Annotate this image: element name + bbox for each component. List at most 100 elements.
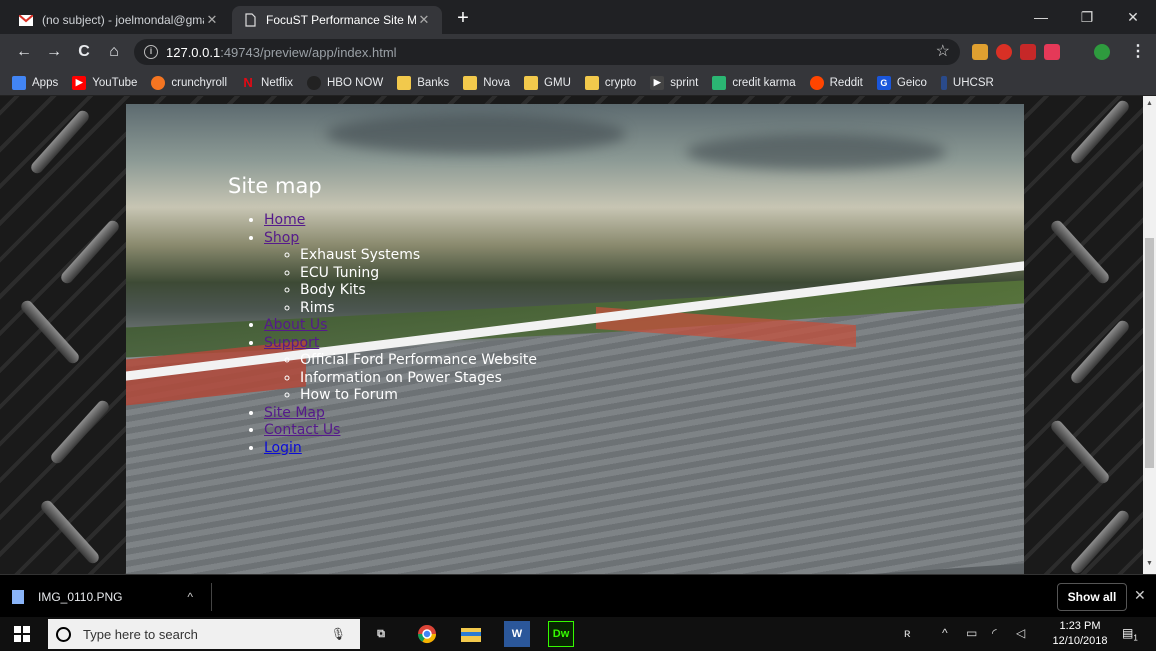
close-shelf-icon[interactable]: ✕ — [1134, 587, 1146, 604]
download-item[interactable]: IMG_0110.PNG ^ — [12, 583, 212, 611]
bookmark-label: Reddit — [829, 76, 863, 89]
adblock-icon[interactable] — [996, 44, 1012, 60]
scroll-down-icon[interactable]: ▼ — [1146, 560, 1153, 567]
tab-gmail[interactable]: (no subject) - joelmondal@gmail ✕ — [8, 6, 230, 34]
address-bar[interactable]: i 127.0.0.1 :49743/preview/app/index.htm… — [134, 39, 960, 65]
sublist-item: Exhaust Systems — [300, 247, 537, 265]
sublist-item: Official Ford Performance Website — [300, 352, 537, 370]
restore-icon[interactable]: ❐ — [1064, 0, 1110, 34]
chevron-up-icon[interactable]: ^ — [942, 626, 948, 640]
url-path: :49743/preview/app/index.html — [220, 44, 397, 60]
nav-link-login[interactable]: Login — [264, 440, 302, 456]
site-map-content: Site map Home Shop Exhaust Systems ECU T… — [228, 174, 537, 457]
file-explorer-icon[interactable] — [458, 621, 484, 647]
bookmark-crunchyroll[interactable]: crunchyroll — [151, 75, 228, 90]
bookmark-label: Geico — [896, 76, 927, 89]
extension-icon[interactable] — [972, 44, 988, 60]
windows-start-icon[interactable] — [14, 626, 30, 642]
people-icon[interactable]: ʀ — [904, 626, 911, 640]
pocket-icon[interactable] — [1044, 44, 1060, 60]
bookmark-folder-banks[interactable]: Banks — [397, 75, 450, 90]
taskbar-search[interactable]: Type here to search 🎙 — [48, 619, 360, 649]
cloud — [326, 114, 626, 154]
bookmark-credit-karma[interactable]: credit karma — [712, 75, 796, 90]
diamond-plate-bg — [48, 398, 112, 466]
profile-avatar[interactable] — [1094, 44, 1110, 60]
task-view-icon[interactable]: ⧉ — [368, 621, 394, 647]
taskbar-clock[interactable]: 1:23 PM 12/10/2018 — [1050, 619, 1110, 649]
volume-icon[interactable]: ◁ — [1016, 626, 1025, 640]
battery-icon[interactable]: ▭ — [966, 626, 977, 640]
nav-link-contact-us[interactable]: Contact Us — [264, 422, 340, 438]
word-icon[interactable]: W — [504, 621, 530, 647]
bookmark-folder-gmu[interactable]: GMU — [524, 75, 571, 90]
diamond-plate-bg — [1048, 218, 1112, 286]
bookmarks-bar: Apps ▶ YouTube crunchyroll N Netflix HBO N… — [0, 70, 1156, 96]
notification-count: 1 — [1133, 633, 1138, 643]
new-tab-button[interactable]: + — [452, 8, 474, 30]
bookmark-sprint[interactable]: ▶ sprint — [650, 75, 698, 90]
dreamweaver-icon[interactable]: Dw — [548, 621, 574, 647]
clock-time: 1:23 PM — [1059, 620, 1101, 632]
bookmark-folder-crypto[interactable]: crypto — [584, 75, 636, 90]
folder-icon — [584, 75, 599, 90]
nav-link-support[interactable]: Support — [264, 335, 319, 351]
bookmark-label: GMU — [544, 76, 571, 89]
pdf-icon[interactable] — [1020, 44, 1036, 60]
shop-sublist: Exhaust Systems ECU Tuning Body Kits Rim… — [264, 247, 537, 317]
list-item: Home — [264, 212, 537, 230]
home-icon[interactable]: ⌂ — [102, 40, 126, 64]
download-filename: IMG_0110.PNG — [38, 590, 123, 604]
nav-link-shop[interactable]: Shop — [264, 230, 299, 246]
menu-icon[interactable]: ⋮ — [1126, 40, 1150, 64]
nav-link-about-us[interactable]: About Us — [264, 317, 327, 333]
scroll-up-icon[interactable]: ▲ — [1146, 100, 1153, 107]
bookmark-geico[interactable]: G Geico — [876, 75, 927, 90]
forward-icon[interactable]: → — [42, 40, 66, 64]
scrollbar-thumb[interactable] — [1145, 238, 1154, 468]
reload-icon[interactable]: C — [72, 40, 96, 64]
minimize-icon[interactable]: — — [1018, 0, 1064, 34]
show-all-button[interactable]: Show all — [1057, 583, 1127, 611]
folder-icon — [397, 75, 412, 90]
support-sublist: Official Ford Performance Website Inform… — [264, 352, 537, 405]
wifi-icon[interactable]: ◜ — [992, 626, 997, 640]
nav-link-home[interactable]: Home — [264, 212, 305, 228]
page-scrollbar[interactable]: ▲ ▼ — [1143, 96, 1156, 574]
bookmark-folder-nova[interactable]: Nova — [463, 75, 510, 90]
notification-icon[interactable]: ▤1 — [1122, 626, 1138, 642]
bookmark-youtube[interactable]: ▶ YouTube — [72, 75, 137, 90]
nav-link-site-map[interactable]: Site Map — [264, 405, 325, 421]
bookmark-label: crunchyroll — [171, 76, 228, 89]
chevron-up-icon[interactable]: ^ — [187, 590, 193, 604]
hbo-icon — [306, 75, 321, 90]
tab-title: (no subject) - joelmondal@gmail — [42, 13, 204, 27]
credit-karma-icon — [712, 75, 727, 90]
tab-site-map[interactable]: FocuST Performance Site Map ✕ — [232, 6, 442, 34]
info-icon[interactable]: i — [144, 45, 158, 59]
diamond-plate-bg — [58, 218, 122, 286]
bookmark-hbo[interactable]: HBO NOW — [306, 75, 384, 90]
image-file-icon — [12, 590, 24, 604]
folder-icon — [524, 75, 539, 90]
chrome-icon[interactable] — [414, 621, 440, 647]
back-icon[interactable]: ← — [12, 40, 36, 64]
close-tab-icon[interactable]: ✕ — [204, 12, 220, 28]
bookmark-label: HBO NOW — [326, 76, 384, 89]
download-shelf: IMG_0110.PNG ^ Show all ✕ — [0, 574, 1156, 617]
bookmark-uhcsr[interactable]: UHCSR — [940, 75, 994, 90]
bookmark-netflix[interactable]: N Netflix — [241, 75, 293, 90]
sublist-item: ECU Tuning — [300, 265, 537, 283]
bookmark-label: Banks — [417, 76, 450, 89]
site-map-list: Home Shop Exhaust Systems ECU Tuning Bod… — [228, 212, 537, 457]
folder-icon — [463, 75, 478, 90]
cloud — [686, 134, 946, 170]
close-tab-icon[interactable]: ✕ — [416, 12, 432, 28]
bookmark-reddit[interactable]: Reddit — [809, 75, 863, 90]
microphone-icon[interactable]: 🎙 — [331, 627, 346, 641]
sprint-icon: ▶ — [650, 75, 665, 90]
bookmark-star-icon[interactable]: ☆ — [936, 41, 950, 61]
diamond-plate-bg — [1048, 418, 1112, 486]
close-window-icon[interactable]: ✕ — [1110, 0, 1156, 34]
bookmark-apps[interactable]: Apps — [12, 75, 58, 90]
